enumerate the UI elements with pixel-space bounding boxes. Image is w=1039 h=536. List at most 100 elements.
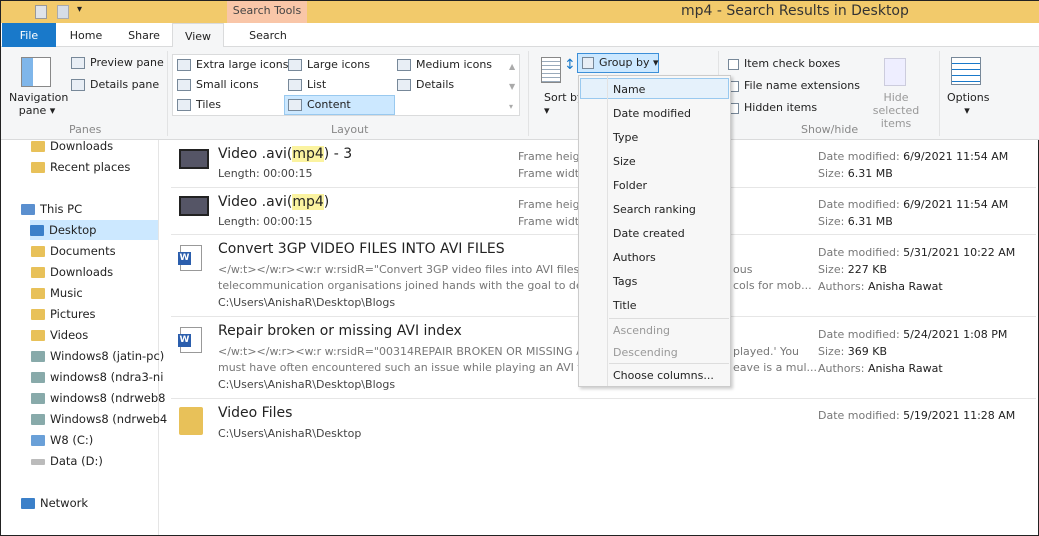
result-size: Size: 6.31 MB xyxy=(818,215,893,228)
nav-item-music[interactable]: Music xyxy=(31,283,168,303)
network-icon xyxy=(21,498,35,509)
video-thumbnail-icon xyxy=(179,149,209,169)
desktop-icon xyxy=(30,225,44,236)
menu-item-name[interactable]: Name xyxy=(613,83,645,96)
nav-item-downloads[interactable]: Downloads xyxy=(31,136,168,156)
preview-pane-button[interactable]: Preview pane xyxy=(71,56,164,69)
layout-scroll[interactable]: ▲ ▼ ▾ xyxy=(509,57,515,117)
nav-item-pictures[interactable]: Pictures xyxy=(31,304,168,324)
layout-list[interactable]: List xyxy=(288,78,326,91)
menu-item-size[interactable]: Size xyxy=(613,155,636,168)
large-icons-icon xyxy=(288,59,302,71)
result-snippet-end: eave is a mul... xyxy=(733,361,818,374)
network-drive-icon xyxy=(31,372,45,383)
result-date: Date modified: 5/19/2021 11:28 AM xyxy=(818,409,1016,422)
content-icon xyxy=(288,99,302,111)
menu-item-ascending[interactable]: Ascending xyxy=(613,324,670,337)
network-drive-icon xyxy=(31,393,45,404)
video-thumbnail-icon xyxy=(179,196,209,216)
properties-icon[interactable] xyxy=(35,5,47,19)
layout-group-label: Layout xyxy=(331,123,369,136)
result-size: Size: 6.31 MB xyxy=(818,167,893,180)
layout-extra-large-icons[interactable]: Extra large icons xyxy=(177,58,288,71)
nav-item-desktop[interactable]: Desktop xyxy=(30,220,158,240)
nav-item-network-drive-4[interactable]: Windows8 (ndrweb4 xyxy=(31,409,168,429)
menu-item-tags[interactable]: Tags xyxy=(613,275,637,288)
result-snippet-end: ous xyxy=(733,263,753,276)
nav-item-recent-places[interactable]: Recent places xyxy=(31,157,168,177)
nav-item-d-drive[interactable]: Data (D:) xyxy=(31,451,168,471)
tab-file[interactable]: File xyxy=(2,23,56,47)
menu-item-descending[interactable]: Descending xyxy=(613,346,678,359)
hide-selected-items-button[interactable]: Hide selected items xyxy=(859,91,933,130)
recent-places-icon xyxy=(31,162,45,173)
result-snippet: </w:t></w:r><w:r w:rsidR="00314REPAIR BR… xyxy=(218,345,578,358)
list-icon xyxy=(288,79,302,91)
layout-details[interactable]: Details xyxy=(397,78,454,91)
nav-item-this-pc[interactable]: This PC xyxy=(21,199,158,219)
tab-share[interactable]: Share xyxy=(119,23,169,47)
result-date: Date modified: 6/9/2021 11:54 AM xyxy=(818,198,1009,211)
details-icon xyxy=(397,79,411,91)
panes-group-label: Panes xyxy=(69,123,102,136)
hidden-items-checkbox[interactable]: Hidden items xyxy=(728,101,817,114)
options-icon xyxy=(951,57,981,85)
result-date: Date modified: 6/9/2021 11:54 AM xyxy=(818,150,1009,163)
group-by-menu: Name Date modified Type Size Folder Sear… xyxy=(578,75,731,387)
layout-medium-icons[interactable]: Medium icons xyxy=(397,58,492,71)
nav-item-videos[interactable]: Videos xyxy=(31,325,168,345)
file-name-extensions-checkbox[interactable]: File name extensions xyxy=(728,79,860,92)
result-path: C:\Users\AnishaR\Desktop xyxy=(218,427,362,440)
new-folder-icon[interactable] xyxy=(57,5,69,19)
group-by-button[interactable]: Group by ▾ xyxy=(577,53,659,73)
nav-item-network-drive-1[interactable]: Windows8 (jatin-pc) xyxy=(31,346,168,366)
navigation-pane-icon[interactable] xyxy=(21,57,51,87)
result-snippet: must have often encountered such an issu… xyxy=(218,361,578,374)
tiles-icon xyxy=(177,99,191,111)
result-authors: Authors: Anisha Rawat xyxy=(818,280,943,293)
menu-highlight xyxy=(580,78,729,99)
checkbox-icon xyxy=(728,58,739,70)
folder-icon xyxy=(31,141,45,152)
nav-item-documents[interactable]: Documents xyxy=(31,241,168,261)
result-row[interactable]: Video Files C:\Users\AnishaR\Desktop Dat… xyxy=(171,399,1036,447)
windows-drive-icon xyxy=(31,435,45,446)
result-snippet-end: played.' You xyxy=(733,345,800,358)
result-title: Convert 3GP VIDEO FILES INTO AVI FILES xyxy=(218,241,505,257)
navigation-pane-button[interactable]: Navigation pane ▾ xyxy=(9,91,68,117)
tab-view[interactable]: View xyxy=(172,23,224,47)
sort-by-icon xyxy=(541,57,561,83)
result-length: Length: 00:00:15 xyxy=(218,167,313,180)
menu-item-date-created[interactable]: Date created xyxy=(613,227,685,240)
menu-item-type[interactable]: Type xyxy=(613,131,638,144)
details-pane-button[interactable]: Details pane xyxy=(71,78,159,91)
nav-item-network[interactable]: Network xyxy=(21,493,158,513)
result-frame-height: Frame heig xyxy=(518,198,580,211)
customize-toolbar-icon[interactable]: ▾ xyxy=(77,4,82,15)
menu-item-search-ranking[interactable]: Search ranking xyxy=(613,203,696,216)
layout-large-icons[interactable]: Large icons xyxy=(288,58,370,71)
menu-item-date-modified[interactable]: Date modified xyxy=(613,107,691,120)
menu-item-choose-columns[interactable]: Choose columns... xyxy=(613,369,714,382)
nav-item-c-drive[interactable]: W8 (C:) xyxy=(31,430,168,450)
tab-home[interactable]: Home xyxy=(61,23,111,47)
nav-item-network-drive-2[interactable]: windows8 (ndra3-ni xyxy=(31,367,168,387)
item-check-boxes-checkbox[interactable]: Item check boxes xyxy=(728,57,840,70)
nav-item-network-drive-3[interactable]: windows8 (ndrweb8 xyxy=(31,388,168,408)
folder-icon xyxy=(31,330,45,341)
layout-content[interactable]: Content xyxy=(288,98,351,111)
result-date: Date modified: 5/31/2021 10:22 AM xyxy=(818,246,1016,259)
menu-item-title[interactable]: Title xyxy=(613,299,637,312)
options-button[interactable]: Options ▾ xyxy=(947,91,989,117)
layout-tiles[interactable]: Tiles xyxy=(177,98,221,111)
tab-search[interactable]: Search xyxy=(231,23,305,47)
menu-item-authors[interactable]: Authors xyxy=(613,251,656,264)
result-frame-height: Frame heig xyxy=(518,150,580,163)
sort-by-chevron-icon: ▾ xyxy=(544,104,550,117)
menu-item-folder[interactable]: Folder xyxy=(613,179,647,192)
layout-small-icons[interactable]: Small icons xyxy=(177,78,259,91)
nav-item-downloads-pc[interactable]: Downloads xyxy=(31,262,168,282)
extra-large-icons-icon xyxy=(177,59,191,71)
result-size: Size: 369 KB xyxy=(818,345,888,358)
folder-icon xyxy=(31,288,45,299)
